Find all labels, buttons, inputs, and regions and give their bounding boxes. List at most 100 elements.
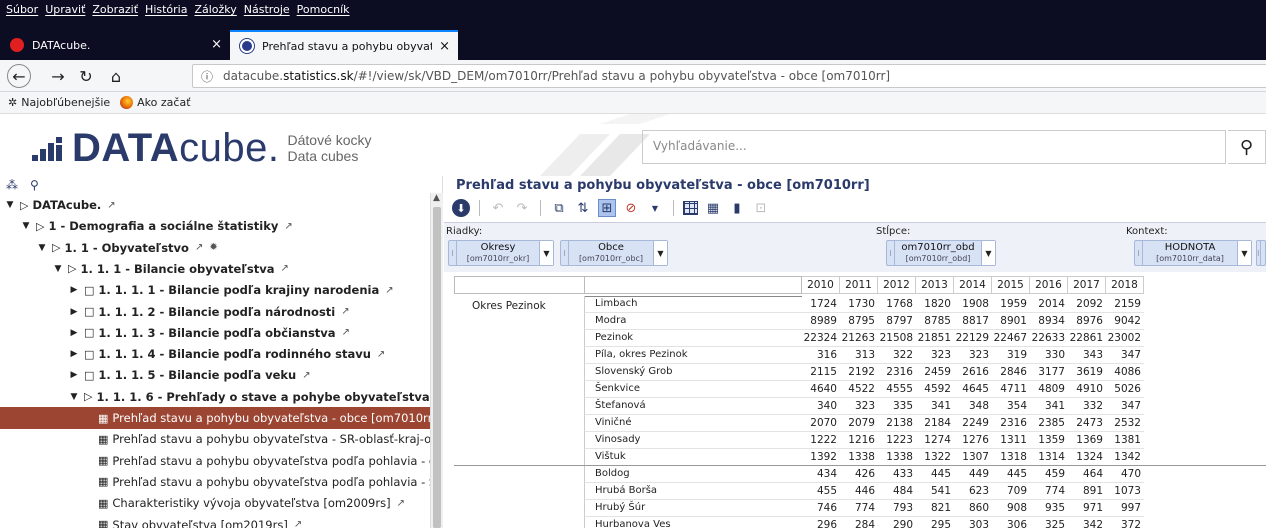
year-column-header[interactable]: 2011 [840, 276, 878, 294]
municipality-row-header[interactable]: Limbach [584, 296, 802, 313]
tree-leaf-item[interactable]: ▦ Prehľad stavu a pohybu obyvateľstva - o… [0, 407, 430, 429]
bookmark-getting-started[interactable]: Ako začať [120, 96, 191, 109]
chevron-right-icon[interactable]: ▶ [68, 349, 80, 359]
info-icon[interactable]: ⓘ [201, 68, 213, 85]
home-button[interactable]: ⌂ [104, 64, 128, 88]
undo-icon[interactable]: ↶ [489, 199, 507, 217]
chevron-down-icon[interactable]: ▼ [20, 221, 32, 231]
region-row-header[interactable]: Okres Pezinok [454, 296, 584, 466]
external-link-icon[interactable]: ↗ [341, 306, 349, 317]
chevron-right-icon[interactable]: ▶ [68, 328, 80, 338]
menu-item[interactable]: História [145, 3, 187, 16]
download-icon[interactable]: ⬇ [452, 199, 470, 217]
swap-axes-icon[interactable]: ⧉ [550, 199, 568, 217]
chart-view-icon[interactable]: ▮ [728, 199, 746, 217]
scroll-up-icon[interactable]: ▲ [433, 193, 440, 203]
tree-scrollbar[interactable]: ▲ [430, 193, 443, 528]
tree-folder-item[interactable]: ▼ ▷ 1. 1 - Obyvateľstvo ↗ ✹ [0, 237, 430, 259]
external-link-icon[interactable]: ↗ [294, 519, 302, 528]
back-button[interactable]: ← [7, 64, 31, 88]
chevron-down-icon[interactable]: ▼ [4, 200, 16, 210]
municipality-row-header[interactable]: Štefanová [584, 398, 802, 415]
municipality-row-header[interactable]: Vinosady [584, 432, 802, 449]
tree-folder-item[interactable]: ▼ ▷ DATAcube. ↗ [0, 194, 430, 216]
tree-folder-item[interactable]: ▶ □ 1. 1. 1. 3 - Bilancie podľa občianstva… [0, 322, 430, 344]
pivot-view-icon[interactable]: ▦ [704, 199, 722, 217]
tree-leaf-item[interactable]: ▦ Prehľad stavu a pohybu obyvateľstva pod… [0, 471, 430, 493]
tab-prehlad[interactable]: Prehľad stavu a pohybu obyvat × [230, 30, 458, 60]
external-link-icon[interactable]: ↗ [302, 370, 310, 381]
municipality-row-header[interactable]: Šenkvice [584, 381, 802, 398]
tree-folder-item[interactable]: ▶ □ 1. 1. 1. 4 - Bilancie podľa rodinného … [0, 343, 430, 365]
tree-folder-item[interactable]: ▼ ▷ 1. 1. 1. 6 - Prehľady o stave a pohybe… [0, 386, 430, 408]
menu-item[interactable]: Záložky [194, 3, 236, 16]
year-column-header[interactable]: 2012 [878, 276, 916, 294]
region-row-header[interactable] [454, 466, 584, 528]
municipality-row-header[interactable]: Viničné [584, 415, 802, 432]
chevron-down-icon[interactable]: ▼ [539, 241, 553, 265]
external-link-icon[interactable]: ↗ [377, 349, 385, 360]
dimension-chip-okresy[interactable]: ⁝ Okresy [om7010rr_okr] ▼ [448, 240, 554, 266]
drag-handle-icon[interactable]: ⁝ [887, 241, 895, 265]
close-tab-icon[interactable]: × [211, 37, 222, 52]
menu-item[interactable]: Upraviť [45, 3, 85, 16]
tree-leaf-item[interactable]: ▦ Prehľad stavu a pohybu obyvateľstva - S… [0, 428, 430, 450]
external-link-icon[interactable]: ↗ [397, 498, 405, 509]
municipality-row-header[interactable]: Vištuk [584, 449, 802, 466]
sort-icon[interactable]: ⇅ [574, 199, 592, 217]
municipality-row-header[interactable]: Hrubá Borša [584, 483, 802, 500]
tab-datacube[interactable]: DATAcube. × [0, 30, 230, 60]
chevron-right-icon[interactable]: ▶ [68, 307, 80, 317]
year-column-header[interactable]: 2016 [1030, 276, 1068, 294]
chevron-right-icon[interactable]: ▶ [68, 285, 80, 295]
search-icon[interactable]: ⚲ [1228, 130, 1266, 164]
tree-view-icon[interactable]: ⁂ [6, 178, 18, 192]
tree-leaf-item[interactable]: ▦ Prehľad stavu a pohybu obyvateľstva pod… [0, 450, 430, 472]
chevron-down-icon[interactable]: ▼ [646, 199, 664, 217]
tree-leaf-item[interactable]: ▦ Stav obyvateľstva [om2019rs] ↗ [0, 514, 430, 528]
url-bar[interactable]: ⓘ datacube.statistics.sk/#!/view/sk/VBD_… [192, 64, 1266, 88]
dimension-chip-obdobie[interactable]: ⁝ om7010rr_obd [om7010rr_obd] ▼ [886, 240, 996, 266]
external-link-icon[interactable]: ↗ [107, 200, 115, 211]
municipality-row-header[interactable]: Slovenský Grob [584, 364, 802, 381]
redo-icon[interactable]: ↷ [513, 199, 531, 217]
dimension-chip-obce[interactable]: ⁝ Obce [om7010rr_obc] ▼ [560, 240, 668, 266]
year-column-header[interactable]: 2018 [1106, 276, 1144, 294]
bookmark-most-visited[interactable]: ✲ Najobľúbenejšie [8, 96, 110, 109]
chevron-right-icon[interactable]: ▶ [68, 370, 80, 380]
menu-item[interactable]: Nástroje [244, 3, 290, 16]
external-link-icon[interactable]: ↗ [284, 221, 292, 232]
dimension-chip-hodnota[interactable]: ⁝ HODNOTA [om7010rr_data] ▼ [1134, 240, 1252, 266]
map-view-icon[interactable]: ⊡ [752, 199, 770, 217]
drag-handle-icon[interactable]: ⁝ [561, 241, 569, 265]
tree-folder-item[interactable]: ▶ □ 1. 1. 1. 5 - Bilancie podľa veku ↗ [0, 364, 430, 386]
drag-handle-icon[interactable]: ⁝ [1135, 241, 1143, 265]
forward-button[interactable]: → [46, 64, 70, 88]
year-column-header[interactable]: 2013 [916, 276, 954, 294]
tree-folder-item[interactable]: ▼ ▷ 1. 1. 1 - Bilancie obyvateľstva ↗ [0, 258, 430, 280]
chevron-down-icon[interactable]: ▼ [68, 392, 80, 402]
external-link-icon[interactable]: ↗ [342, 327, 350, 338]
filter-icon[interactable]: ⊘ [622, 199, 640, 217]
chevron-down-icon[interactable]: ▼ [36, 243, 48, 253]
table-view-icon[interactable] [683, 201, 698, 215]
tree-leaf-item[interactable]: ▦ Charakteristiky vývoja obyvateľstva [om… [0, 492, 430, 514]
chevron-down-icon[interactable]: ▼ [653, 241, 667, 265]
chevron-down-icon[interactable]: ▼ [981, 241, 995, 265]
menu-item[interactable]: Súbor [6, 3, 38, 16]
year-column-header[interactable]: 2015 [992, 276, 1030, 294]
external-link-icon[interactable]: ↗ [280, 263, 288, 274]
tree-folder-item[interactable]: ▶ □ 1. 1. 1. 2 - Bilancie podľa národnosti… [0, 301, 430, 323]
year-column-header[interactable]: 2010 [802, 276, 840, 294]
drag-handle-icon[interactable]: ⁝ [449, 241, 457, 265]
layout-icon[interactable]: ⊞ [598, 199, 616, 217]
menu-item[interactable]: Zobraziť [92, 3, 138, 16]
year-column-header[interactable]: 2014 [954, 276, 992, 294]
year-column-header[interactable]: 2017 [1068, 276, 1106, 294]
municipality-row-header[interactable]: Modra [584, 313, 802, 330]
municipality-row-header[interactable]: Hrubý Šúr [584, 500, 802, 517]
datacube-logo[interactable]: DATAcube. Dátové kocky Data cubes [32, 128, 372, 168]
tree-folder-item[interactable]: ▶ □ 1. 1. 1. 1 - Bilancie podľa krajiny na… [0, 279, 430, 301]
external-link-icon[interactable]: ↗ [195, 242, 203, 253]
municipality-row-header[interactable]: Pezinok [584, 330, 802, 347]
